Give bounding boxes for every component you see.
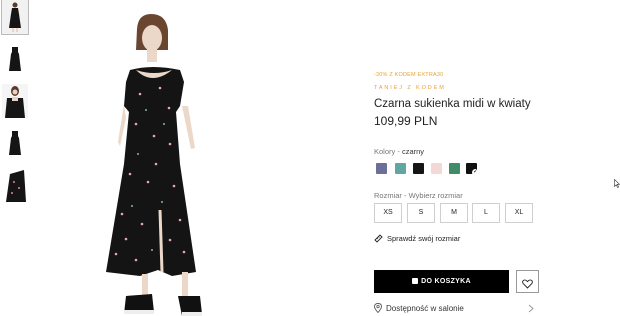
thumbnail-3-image	[2, 84, 28, 118]
size-label-text: Rozmiar	[374, 191, 402, 200]
add-to-cart-label: DO KOSZYKA	[421, 278, 471, 285]
size-guide-text: Sprawdź swój rozmiar	[387, 234, 461, 243]
availability-text: Dostępność w salonie	[386, 304, 464, 313]
promo-code-label: -30% Z KODEM EXTRA30	[374, 72, 444, 78]
product-main-photo[interactable]	[96, 14, 226, 316]
color-swatch-4[interactable]	[431, 163, 442, 174]
size-button-xl[interactable]: XL	[505, 203, 533, 223]
size-button-m[interactable]: M	[440, 203, 468, 223]
colors-label: Kolory - czarny	[374, 147, 424, 156]
promo-subtitle: TANIEJ Z KODEM	[374, 85, 446, 91]
thumbnail-3[interactable]	[2, 84, 28, 118]
color-swatch-1[interactable]	[376, 163, 387, 174]
thumbnail-1-image	[2, 0, 28, 34]
size-button-l[interactable]: L	[472, 203, 500, 223]
color-swatch-2[interactable]	[395, 163, 406, 174]
add-to-cart-button[interactable]: DO KOSZYKA	[374, 270, 509, 293]
model-in-dress-image	[106, 14, 202, 316]
size-separator: -	[401, 191, 409, 200]
thumbnail-2-image	[9, 47, 21, 71]
thumbnail-5-image	[6, 170, 26, 202]
mouse-cursor-icon	[614, 179, 620, 188]
selected-check-icon: ✓	[472, 169, 479, 176]
thumbnail-4-image	[9, 131, 21, 155]
location-pin-icon	[374, 303, 382, 315]
shopping-bag-icon	[412, 278, 419, 284]
product-price: 109,99 PLN	[374, 114, 438, 128]
size-prompt: Wybierz rozmiar	[408, 191, 463, 200]
colors-separator: -	[395, 147, 402, 156]
thumbnail-4[interactable]	[2, 128, 28, 158]
color-swatch-6[interactable]: ✓	[466, 163, 479, 176]
size-guide-link[interactable]: Sprawdź swój rozmiar	[374, 234, 460, 245]
size-label: Rozmiar - Wybierz rozmiar	[374, 191, 463, 200]
selected-color-name: czarny	[401, 147, 425, 156]
chevron-right-icon	[528, 304, 534, 313]
colors-label-text: Kolory	[374, 147, 396, 156]
store-availability-link[interactable]: Dostępność w salonie	[374, 303, 464, 315]
thumbnail-1[interactable]	[1, 0, 29, 35]
thumbnail-2[interactable]	[2, 44, 28, 74]
size-button-s[interactable]: S	[407, 203, 435, 223]
color-swatch-3[interactable]	[413, 163, 424, 174]
thumbnail-5[interactable]	[2, 168, 28, 202]
product-title: Czarna sukienka midi w kwiaty	[374, 98, 531, 110]
wishlist-button[interactable]	[516, 270, 539, 293]
color-swatch-5[interactable]	[449, 163, 460, 174]
size-button-xs[interactable]: XS	[374, 203, 402, 223]
heart-icon	[522, 279, 533, 289]
ruler-icon	[374, 234, 383, 245]
